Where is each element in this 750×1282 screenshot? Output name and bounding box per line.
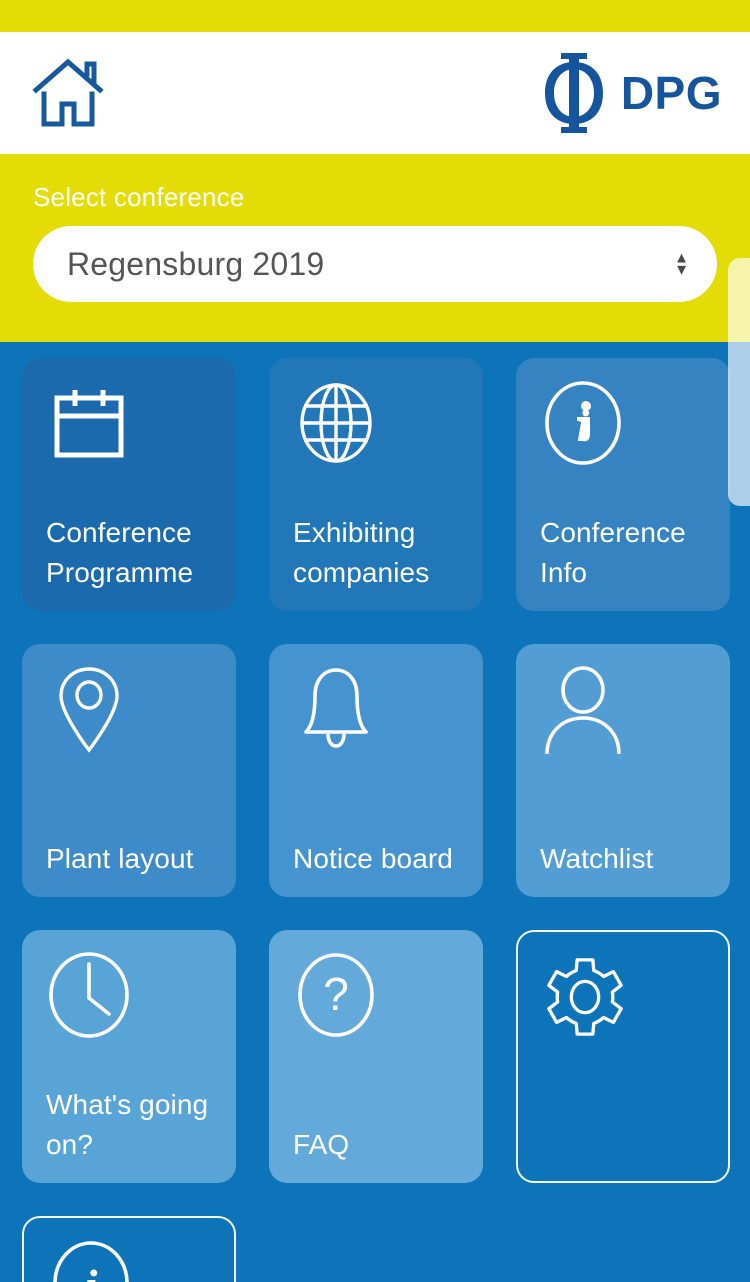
globe-icon [293, 380, 379, 466]
svg-text:i: i [85, 1260, 98, 1282]
tile-whats-going-on[interactable]: What's going on? [22, 930, 236, 1183]
tile-conference-info[interactable]: i Conference Info [516, 358, 730, 611]
tile-label: Exhibiting companies [293, 517, 430, 588]
tile-conference-programme[interactable]: Conference Programme [22, 358, 236, 611]
select-stepper-arrows[interactable]: ▲ ▼ [674, 251, 689, 279]
phi-symbol [541, 52, 607, 134]
tile-about[interactable]: i [22, 1216, 236, 1282]
person-icon [540, 666, 626, 754]
info-icon: i [48, 1240, 134, 1282]
tile-label: FAQ [293, 1129, 350, 1160]
app-root: DPG Select conference Regensburg 2019 ▲ … [0, 0, 750, 1282]
conference-selector-band: Select conference Regensburg 2019 ▲ ▼ [0, 154, 750, 342]
app-header: DPG [0, 32, 750, 154]
clock-icon [46, 952, 132, 1038]
home-icon [32, 58, 104, 128]
map-pin-icon [46, 666, 132, 753]
home-button[interactable] [30, 55, 106, 131]
tile-label: Conference Info [540, 517, 686, 588]
select-conference-label: Select conference [33, 182, 245, 212]
chevron-down-icon: ▼ [674, 261, 689, 279]
calendar-icon [46, 380, 132, 466]
dpg-logo[interactable]: DPG [541, 52, 722, 134]
tile-notice-board[interactable]: Notice board [269, 644, 483, 897]
svg-text:?: ? [323, 968, 349, 1020]
info-icon: i [540, 380, 626, 466]
bell-icon [293, 666, 379, 752]
brand-text: DPG [620, 67, 722, 119]
status-bar [0, 0, 750, 32]
tile-label: Watchlist [540, 843, 654, 874]
svg-text:i: i [577, 400, 590, 451]
tile-label: Conference Programme [46, 517, 194, 588]
tile-plant-layout[interactable]: Plant layout [22, 644, 236, 897]
tile-watchlist[interactable]: Watchlist [516, 644, 730, 897]
scrollbar-thumb[interactable] [728, 258, 750, 506]
gear-icon [542, 954, 628, 1040]
tile-faq[interactable]: ? FAQ [269, 930, 483, 1183]
tile-label: Notice board [293, 843, 453, 874]
conference-select[interactable]: Regensburg 2019 ▲ ▼ [33, 226, 717, 302]
tile-label: What's going on? [46, 1089, 209, 1160]
conference-select-value: Regensburg 2019 [67, 245, 325, 282]
question-icon: ? [293, 952, 379, 1038]
tile-exhibiting-companies[interactable]: Exhibiting companies [269, 358, 483, 611]
tile-settings[interactable] [516, 930, 730, 1183]
tile-label: Plant layout [46, 843, 194, 874]
menu-tile-grid: Conference Programme Exhibiting companie… [0, 342, 750, 1282]
